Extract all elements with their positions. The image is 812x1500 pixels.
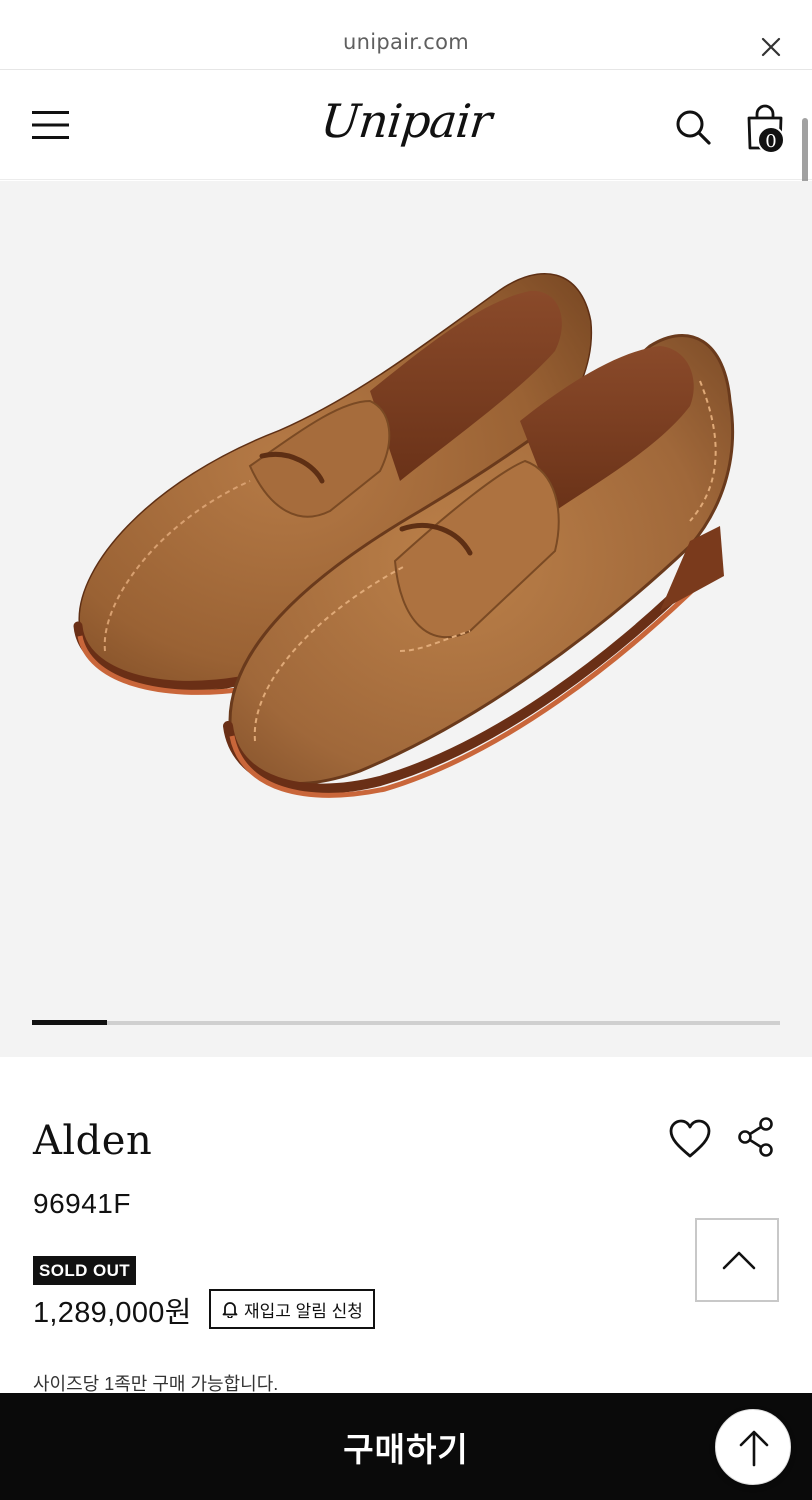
- site-header: Unipair: [0, 70, 812, 180]
- buy-button-label[interactable]: 구매하기: [0, 1423, 812, 1471]
- floating-scroll-top-button[interactable]: [715, 1409, 791, 1485]
- restock-alert-label: 재입고 알림 신청: [244, 1301, 363, 1321]
- cart-count-badge: 0: [757, 126, 785, 154]
- bell-icon: [222, 1302, 238, 1318]
- product-image-gallery[interactable]: [0, 181, 812, 1057]
- share-icon[interactable]: [737, 1116, 775, 1158]
- product-model: 96941F: [33, 1188, 131, 1219]
- buy-bar[interactable]: 구매하기: [0, 1393, 812, 1500]
- gallery-progress-indicator: [32, 1020, 107, 1025]
- chevron-up-icon: [722, 1251, 756, 1270]
- product-price: 1,289,000원: [33, 1297, 192, 1329]
- search-icon[interactable]: [674, 108, 712, 146]
- sold-out-badge: SOLD OUT: [33, 1256, 137, 1285]
- url-text[interactable]: unipair.com: [0, 30, 812, 54]
- heart-icon[interactable]: [668, 1118, 712, 1160]
- product-image: [73, 273, 735, 798]
- product-brand[interactable]: Alden: [33, 1118, 152, 1164]
- scroll-to-top-button[interactable]: [695, 1218, 779, 1302]
- restock-alert-button[interactable]: 재입고 알림 신청: [209, 1289, 375, 1329]
- arrow-up-icon: [739, 1430, 769, 1467]
- browser-url-bar: unipair.com: [0, 0, 812, 70]
- gallery-progress-track[interactable]: [32, 1021, 780, 1025]
- close-icon[interactable]: [760, 36, 782, 58]
